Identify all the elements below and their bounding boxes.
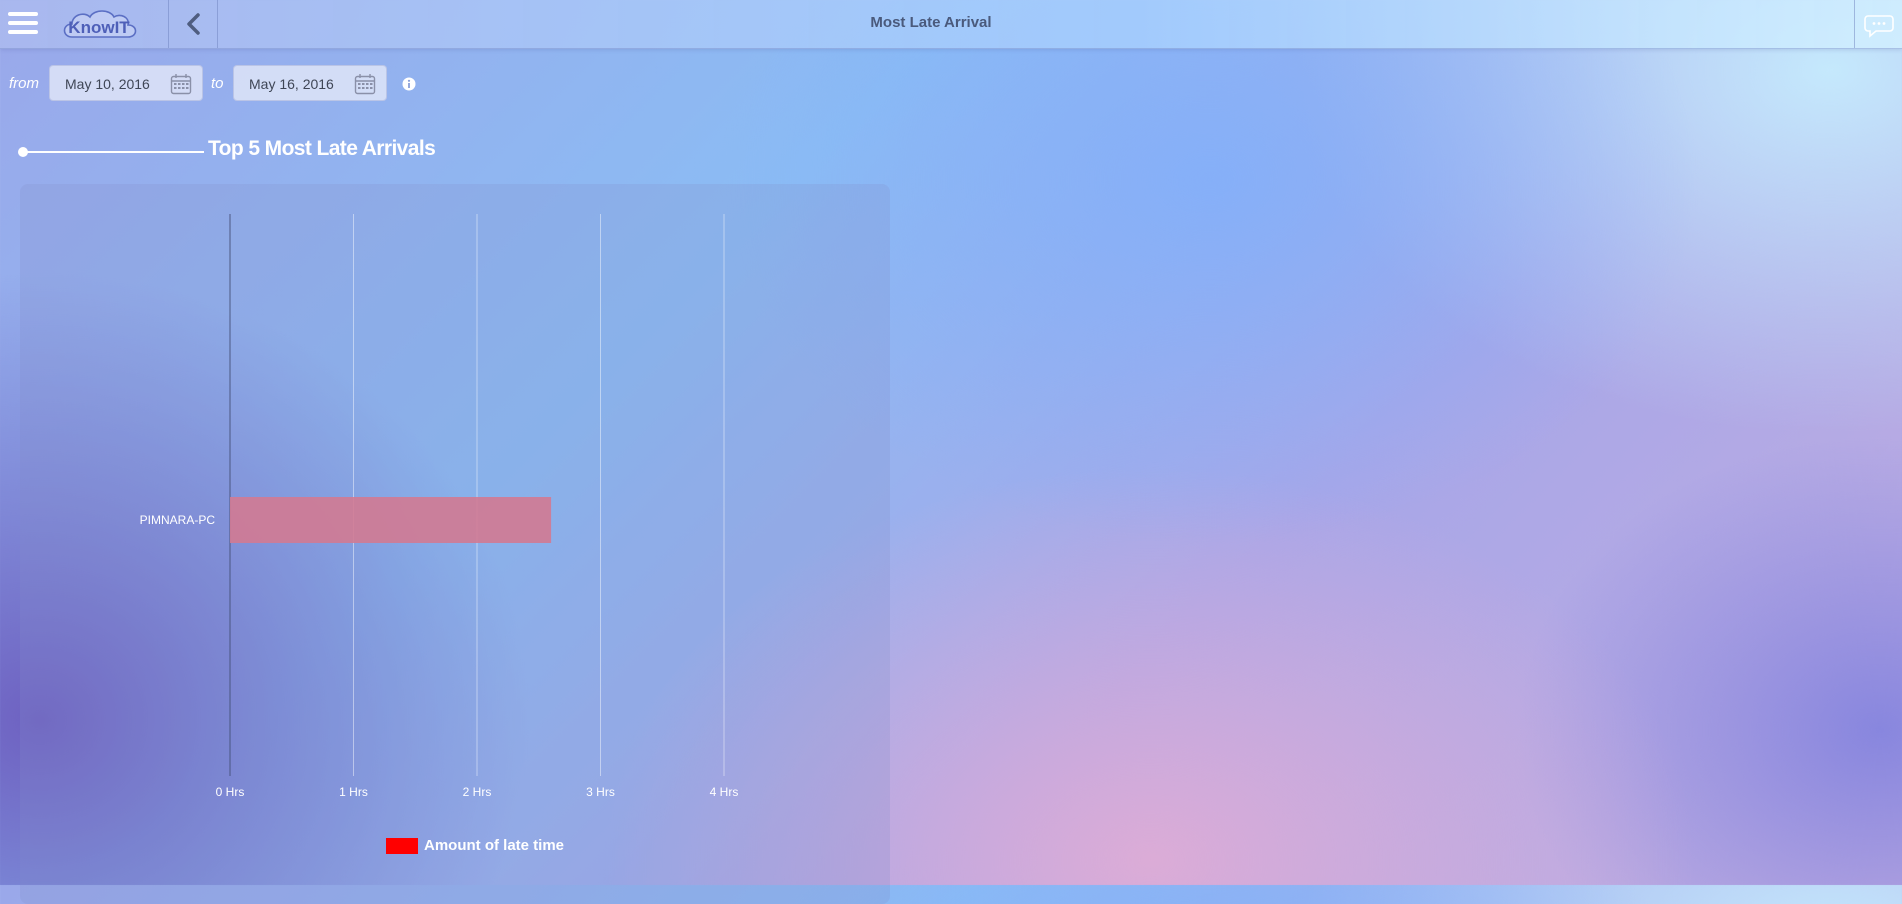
- to-label: to: [211, 75, 224, 92]
- from-date-field[interactable]: May 10, 2016: [49, 65, 203, 101]
- x-tick-label: 4 Hrs: [710, 785, 739, 799]
- x-tick-label: 0 Hrs: [216, 785, 245, 799]
- legend-label: Amount of late time: [424, 837, 565, 854]
- top-bar: KnowIT Most Late Arrival: [0, 0, 1902, 49]
- from-label: from: [9, 75, 39, 92]
- to-date-value: May 16, 2016: [249, 76, 334, 92]
- x-tick-label: 2 Hrs: [463, 785, 492, 799]
- from-date-value: May 10, 2016: [65, 76, 150, 92]
- chart-panel: 0 Hrs 1 Hrs 2 Hrs 3 Hrs 4 Hrs PIMNARA-PC: [20, 184, 890, 904]
- info-icon[interactable]: [402, 77, 416, 91]
- x-tick-label: 1 Hrs: [339, 785, 368, 799]
- category-label: PIMNARA-PC: [140, 513, 216, 527]
- section-title-line: [24, 151, 204, 153]
- to-date-field[interactable]: May 16, 2016: [233, 65, 387, 101]
- chat-bubble-icon: [1864, 15, 1894, 38]
- x-tick-label: 3 Hrs: [586, 785, 615, 799]
- late-arrivals-bar-chart: 0 Hrs 1 Hrs 2 Hrs 3 Hrs 4 Hrs PIMNARA-PC: [140, 214, 739, 799]
- bar: [230, 497, 552, 543]
- calendar-icon[interactable]: [170, 73, 192, 95]
- section-title: Top 5 Most Late Arrivals: [208, 137, 436, 160]
- page-title: Most Late Arrival: [870, 14, 992, 31]
- calendar-icon[interactable]: [354, 73, 376, 95]
- chat-button[interactable]: [1855, 0, 1902, 48]
- legend-swatch: [386, 838, 418, 854]
